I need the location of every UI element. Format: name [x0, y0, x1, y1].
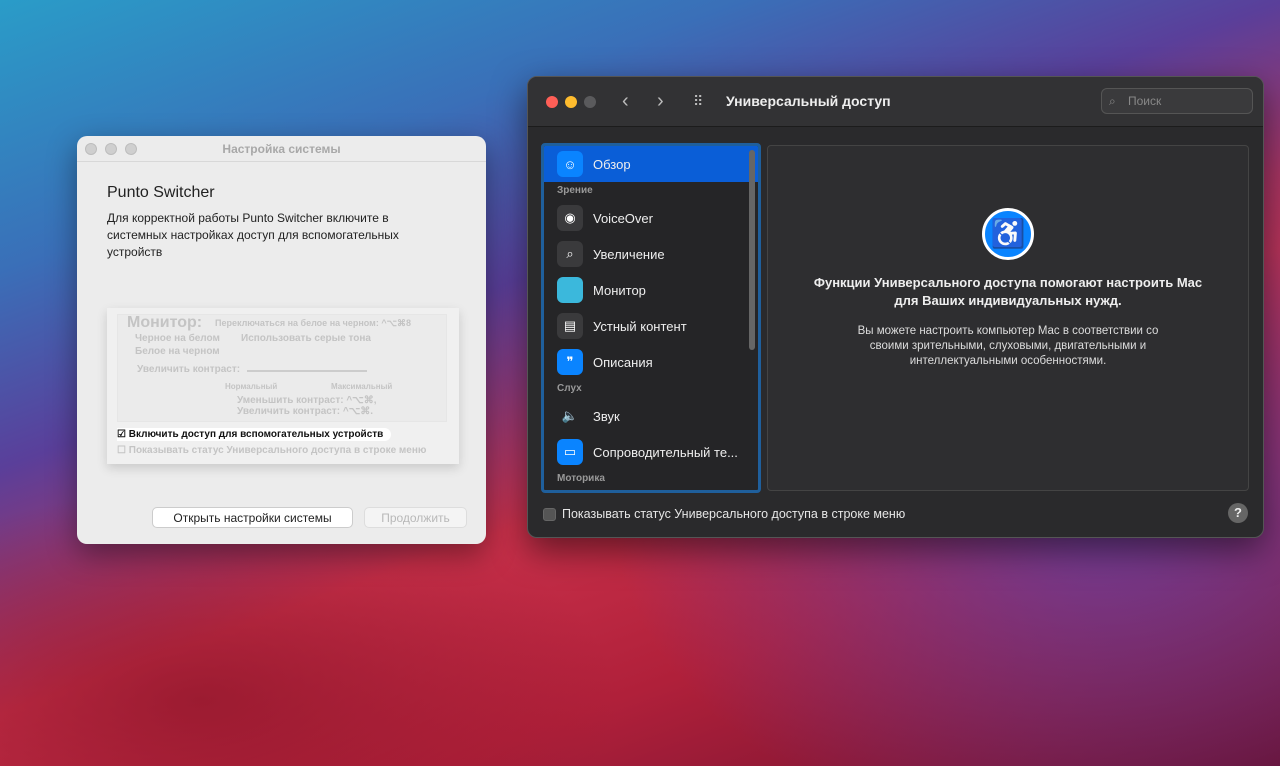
dialog-heading: Punto Switcher	[107, 184, 215, 201]
window-title: Настройка системы	[222, 142, 341, 156]
zoom-icon: ⌕	[557, 241, 583, 267]
overview-pane: ♿ Функции Универсального доступа помогаю…	[767, 145, 1249, 491]
sidebar: ☺ Обзор Зрение ◉ VoiceOver ⌕ Увеличение Монитор…	[541, 143, 761, 493]
show-status-label: Показывать статус Универсального доступа…	[562, 507, 906, 521]
speaker-icon: 🔈	[561, 408, 579, 423]
sidebar-item-label: Устный контент	[593, 318, 687, 334]
search-placeholder: Поиск	[1128, 94, 1162, 108]
sidebar-section: Зрение	[557, 185, 593, 196]
sidebar-item[interactable]: ◉ VoiceOver	[544, 200, 758, 236]
preview-label: Белое на черном	[135, 346, 220, 357]
captions-icon: ▭	[557, 439, 583, 465]
sidebar-item[interactable]: ⌕ Увеличение	[544, 236, 758, 272]
close-button[interactable]	[546, 96, 558, 108]
instruction-image: Монитор: Переключаться на белое на черно…	[107, 308, 459, 464]
zoom-button[interactable]	[584, 96, 596, 108]
preview-label: Нормальный	[225, 382, 278, 391]
back-icon[interactable]: ‹	[622, 90, 629, 113]
sidebar-item-label: Сопроводительный те...	[593, 444, 738, 460]
overview-text: Вы можете настроить компьютер Mac в соот…	[857, 325, 1159, 367]
open-system-preferences-button[interactable]: Открыть настройки системы	[152, 507, 353, 528]
scrollbar[interactable]	[749, 150, 755, 350]
checkbox[interactable]	[543, 507, 556, 521]
sidebar-section: Моторика	[557, 473, 605, 484]
sidebar-item[interactable]: Монитор	[544, 272, 758, 308]
preview-label: Переключаться на белое на черном: ^⌥⌘8	[215, 318, 411, 328]
preview-label: Увеличить контраст:	[137, 364, 241, 375]
accessibility-icon: ♿	[982, 208, 1034, 260]
toolbar: ‹ › ⠿ Универсальный доступ ⌕ Поиск	[528, 77, 1263, 127]
sidebar-item[interactable]: ❞ Описания	[544, 344, 758, 380]
punto-switcher-dialog: Настройка системы Punto Switcher Для кор…	[77, 136, 486, 544]
sidebar-item-label: Увеличение	[593, 246, 665, 262]
continue-button[interactable]: Продолжить	[364, 507, 467, 528]
enable-access-highlight: ☑ Включить доступ для вспомогательных ус…	[117, 428, 392, 441]
forward-icon[interactable]: ›	[657, 90, 664, 113]
overview-heading: Функции Универсального доступа помогают …	[813, 275, 1203, 308]
sidebar-item-label: Описания	[593, 354, 653, 370]
sidebar-item[interactable]: ▤ Устный контент	[544, 308, 758, 344]
preview-label: Максимальный	[331, 382, 393, 391]
sidebar-item-label: Звук	[593, 408, 620, 424]
sidebar-item[interactable]: ▭ Сопроводительный те...	[544, 434, 758, 470]
sidebar-item-label: Монитор	[593, 282, 646, 298]
grid-icon[interactable]: ⠿	[693, 93, 703, 110]
voiceover-icon: ◉	[557, 205, 583, 231]
search-icon: ⌕	[1109, 94, 1116, 108]
help-button[interactable]: ?	[1228, 503, 1248, 523]
accessibility-preferences-window: ‹ › ⠿ Универсальный доступ ⌕ Поиск ☺ Обзор…	[527, 76, 1264, 538]
preview-label: Монитор:	[127, 314, 203, 331]
sidebar-item[interactable]: 🔈 Звук	[544, 398, 758, 434]
sidebar-section: Слух	[557, 383, 582, 394]
display-icon	[557, 277, 583, 303]
title-bar: Настройка системы	[77, 136, 486, 162]
descriptions-icon: ❞	[557, 349, 583, 375]
minimize-button[interactable]	[105, 143, 117, 155]
spoken-content-icon: ▤	[557, 313, 583, 339]
window-title: Универсальный доступ	[726, 93, 891, 109]
preview-label: Уменьшить контраст: ^⌥⌘,	[237, 395, 377, 406]
search-input[interactable]: ⌕ Поиск	[1101, 88, 1253, 114]
preview-label: Черное на белом	[135, 333, 220, 344]
preview-label: Использовать серые тона	[241, 333, 371, 344]
preview-label: Показывать статус Универсального доступа…	[128, 445, 427, 456]
sidebar-item-label: VoiceOver	[593, 210, 653, 226]
close-button[interactable]	[85, 143, 97, 155]
enable-access-label: Включить доступ для вспомогательных устр…	[128, 429, 384, 440]
minimize-button[interactable]	[565, 96, 577, 108]
accessibility-icon: ☺	[557, 151, 583, 177]
show-status-preview: ☐ Показывать статус Универсального досту…	[117, 445, 427, 456]
show-status-checkbox[interactable]: Показывать статус Универсального доступа…	[543, 507, 905, 521]
sidebar-item-label: Обзор	[593, 156, 631, 172]
zoom-button[interactable]	[125, 143, 137, 155]
preview-label: Увеличить контраст: ^⌥⌘.	[237, 406, 373, 417]
sidebar-item[interactable]: ☺ Обзор	[544, 146, 758, 182]
dialog-text: Для корректной работы Punto Switcher вкл…	[107, 211, 399, 259]
